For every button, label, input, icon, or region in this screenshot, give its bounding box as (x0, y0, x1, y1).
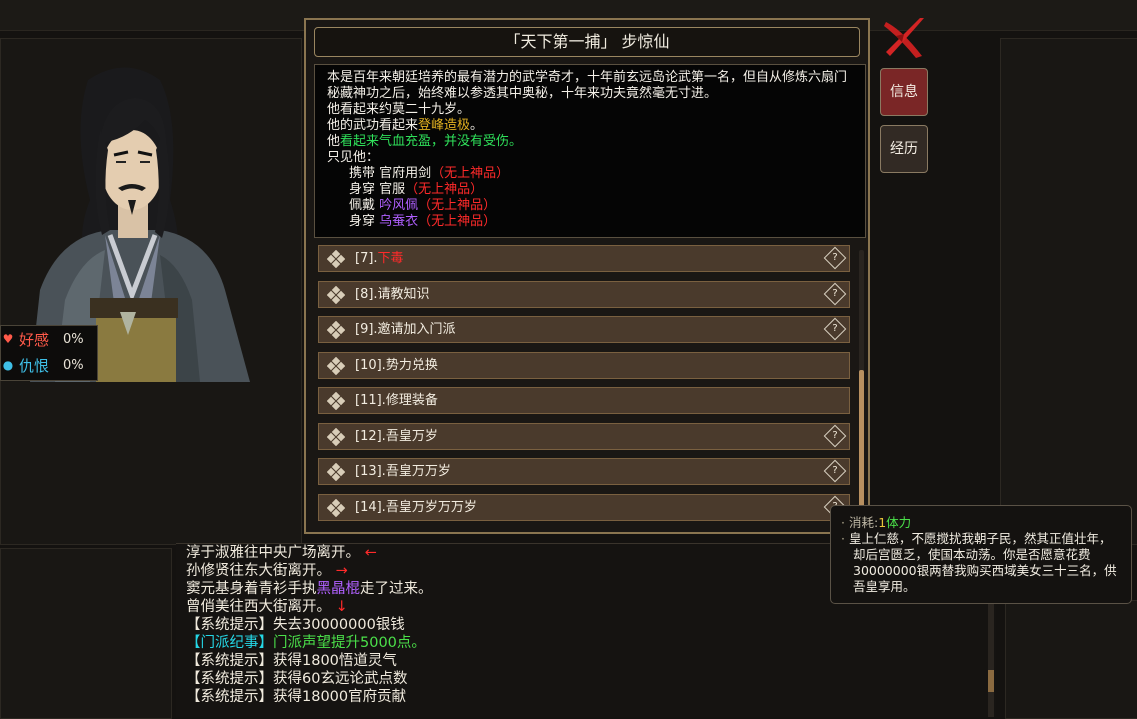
log-scrollbar-thumb[interactable] (988, 670, 994, 692)
equipment-row: 携带 官府用剑（无上神品） (327, 166, 853, 182)
option-label: [8].请教知识 (355, 286, 430, 302)
equipment-quality: （无上神品） (431, 166, 510, 181)
help-icon[interactable]: ? (823, 424, 847, 447)
option-button[interactable]: [13].吾皇万万岁? (318, 458, 850, 485)
option-label: [12].吾皇万岁 (355, 428, 438, 444)
equipment-verb: 身穿 (349, 214, 376, 229)
equipment-quality: （无上神品） (418, 198, 497, 213)
background-bottom-left-panel (0, 548, 172, 719)
equipment-item: 乌蚕衣 (379, 214, 419, 229)
option-label: [13].吾皇万万岁 (355, 464, 451, 479)
affection-label: 好感 (19, 330, 50, 349)
option-label: [9].邀请加入门派 (355, 322, 456, 337)
background-bottom-right-panel (1005, 600, 1137, 719)
affinity-stats: ♥ 好感 0% ● 仇恨 0% (0, 325, 98, 381)
interaction-options-list: [7].下毒? [8].请教知识? [9].邀请加入门派? [10].势力兑换 [11]… (318, 245, 850, 530)
tab-info[interactable]: 信息 (880, 68, 928, 116)
equipment-item: 吟风佩 (379, 198, 419, 213)
hatred-label: 仇恨 (19, 356, 50, 375)
help-icon[interactable]: ? (823, 246, 847, 270)
equipment-verb: 身穿 (349, 182, 376, 197)
character-title: 「天下第一捕」 步惊仙 (314, 27, 860, 57)
option-button[interactable]: [11].修理装备 (318, 387, 850, 414)
option-button[interactable]: [10].势力兑换 (318, 351, 850, 379)
description-martial: 他的武功看起来登峰造极。 (327, 118, 484, 133)
health-status: 看起来气血充盈，并没有受伤。 (340, 134, 523, 149)
diamond-icon (327, 427, 345, 446)
option-button[interactable]: [14].吾皇万岁万万岁? (318, 493, 850, 521)
equipment-verb: 携带 (349, 166, 376, 181)
help-icon[interactable]: ? (823, 459, 847, 483)
option-button[interactable]: [12].吾皇万岁? (318, 422, 850, 450)
tooltip-body: · 皇上仁慈，不愿搅扰我朝子民，然其正值壮年，却后宫匮乏，使国本动荡。你是否愿意花… (841, 531, 1117, 594)
equipment-list: 携带 官府用剑（无上神品） 身穿 官服（无上神品） 佩戴 吟风佩（无上神品） 身穿 乌… (327, 166, 853, 230)
diamond-icon (327, 463, 345, 481)
equipment-item: 官服 (379, 182, 406, 197)
hatred-row: ● 仇恨 0% (1, 352, 97, 378)
option-label: [7].下毒 (355, 251, 404, 266)
tab-experience[interactable]: 经历 (880, 125, 928, 173)
diamond-icon (327, 392, 345, 410)
character-description: 本是百年来朝廷培养的最有潜力的武学奇才，十年前玄远岛论武第一名，但自从修炼六扇门… (314, 64, 866, 238)
hatred-value: 0% (63, 357, 84, 373)
background-right-panel (1000, 38, 1137, 545)
equipment-item: 官府用剑 (379, 166, 432, 181)
diamond-icon (327, 356, 345, 375)
diamond-icon (327, 498, 345, 517)
equipment-verb: 佩戴 (349, 198, 376, 213)
option-button[interactable]: [9].邀请加入门派? (318, 316, 850, 343)
tooltip-cost: · 消耗:1体力 (841, 515, 912, 530)
option-label: [11].修理装备 (355, 393, 438, 408)
option-label: [14].吾皇万岁万万岁 (355, 499, 477, 515)
log-line: 【系统提示】失去30000000银钱 (186, 617, 405, 633)
description-age: 他看起来约莫二十九岁。 (327, 102, 471, 117)
help-icon[interactable]: ? (823, 317, 847, 341)
martial-level: 登峰造极 (418, 118, 471, 133)
log-line: 【系统提示】获得1800悟道灵气 (186, 653, 397, 669)
log-line: 【系统提示】获得18000官府贡献 (186, 689, 407, 705)
affection-row: ♥ 好感 0% (1, 326, 97, 352)
equipment-row: 佩戴 吟风佩（无上神品） (327, 198, 853, 214)
equipment-row: 身穿 乌蚕衣（无上神品） (327, 214, 853, 230)
option-label: [10].势力兑换 (355, 357, 438, 373)
diamond-icon (327, 321, 345, 339)
diamond-icon (327, 285, 345, 304)
equipment-quality: （无上神品） (418, 214, 497, 229)
heart-icon: ♥ (2, 332, 14, 346)
option-button[interactable]: [8].请教知识? (318, 280, 850, 308)
affection-value: 0% (63, 331, 84, 347)
log-line: 【系统提示】获得60玄远论武点数 (186, 671, 408, 687)
equipment-row: 身穿 官服（无上神品） (327, 182, 853, 198)
equipment-quality: （无上神品） (405, 182, 484, 197)
log-line: 【门派纪事】门派声望提升5000点。 (186, 635, 426, 651)
option-button[interactable]: [7].下毒? (318, 245, 850, 272)
option-tooltip: · 消耗:1体力 · 皇上仁慈，不愿搅扰我朝子民，然其正值壮年，却后宫匮乏，使国本动… (830, 505, 1132, 604)
diamond-icon (327, 250, 345, 268)
description-intro: 本是百年来朝廷培养的最有潜力的武学奇才，十年前玄远岛论武第一名，但自从修炼六扇门… (327, 70, 848, 101)
description-health: 他看起来气血充盈，并没有受伤。 (327, 134, 523, 149)
close-icon[interactable] (882, 16, 928, 60)
drop-icon: ● (2, 358, 14, 372)
help-icon[interactable]: ? (823, 282, 847, 305)
description-see-label: 只见他： (327, 150, 380, 165)
character-dialog: 「天下第一捕」 步惊仙 本是百年来朝廷培养的最有潜力的武学奇才，十年前玄远岛论武… (304, 18, 870, 534)
